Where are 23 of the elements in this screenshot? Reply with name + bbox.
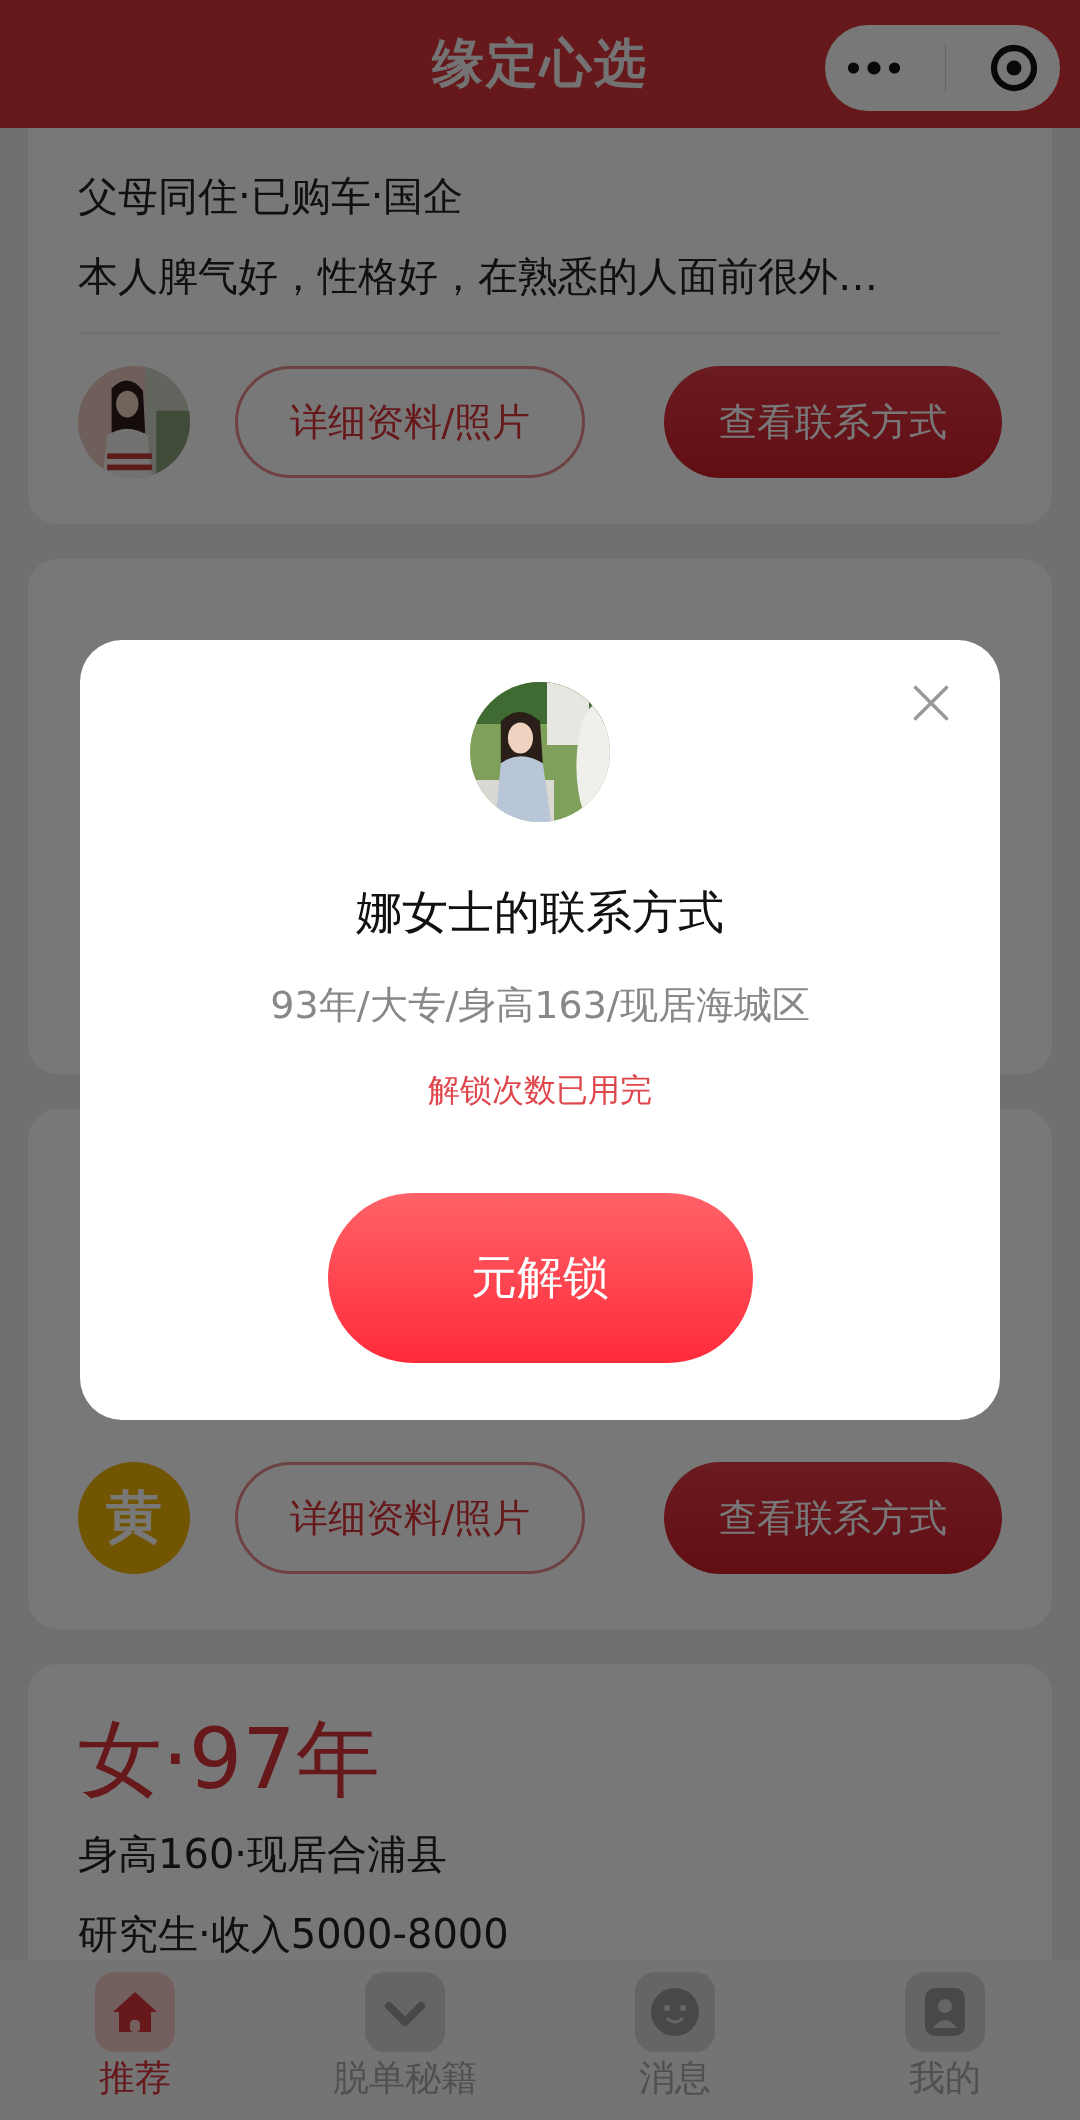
contact-button[interactable]: 查看联系方式: [664, 1462, 1002, 1574]
profile-detail: 本人脾气好，性格好，在熟悉的人面前很外…: [78, 252, 879, 301]
app-title: 缘定心选: [432, 32, 648, 95]
avatar: 黄: [78, 1462, 190, 1574]
profile-summary: 93年/大专/身高163/现居海城区: [270, 982, 810, 1029]
contact-button[interactable]: 查看联系方式: [664, 366, 1002, 478]
dialog-title: 娜女士的联系方式: [356, 884, 724, 941]
tab[interactable]: 推荐: [35, 1972, 235, 2103]
close-target-icon[interactable]: [988, 43, 1039, 93]
person-icon: [905, 1972, 985, 2052]
notice-text: 解锁次数已用完: [428, 1070, 652, 1111]
close-icon[interactable]: [912, 684, 950, 722]
profile-detail: 身高160·现居合浦县: [78, 1830, 449, 1879]
details-button[interactable]: 详细资料/照片: [235, 1462, 585, 1574]
details-button[interactable]: 详细资料/照片: [235, 366, 585, 478]
profile-title: 女·97年: [78, 1709, 381, 1810]
unlock-button[interactable]: 元解锁: [327, 1193, 753, 1363]
smiley-icon: [635, 1972, 715, 2052]
chevron-icon: [365, 1972, 445, 2052]
home-icon: [95, 1972, 175, 2052]
profile-detail: 父母同住·已购车·国企: [78, 172, 465, 221]
more-icon[interactable]: [846, 60, 903, 76]
profile-detail: 研究生·收入5000-8000: [78, 1910, 510, 1959]
